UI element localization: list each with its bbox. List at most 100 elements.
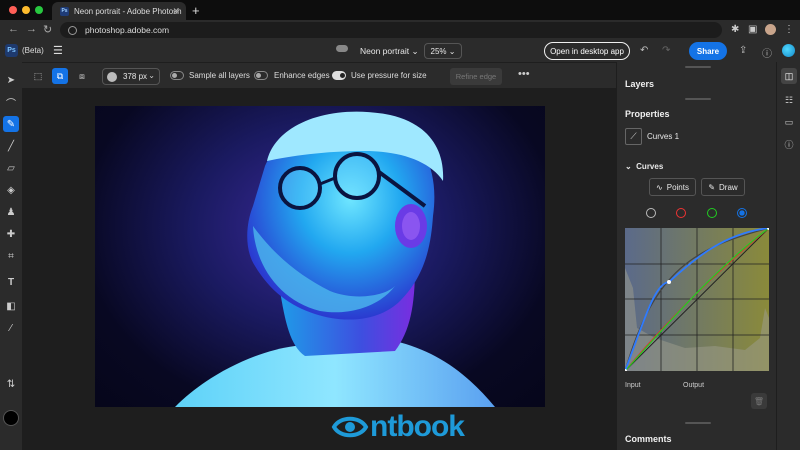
watermark-text: ntbook [370, 410, 465, 443]
info-panel-icon[interactable]: ⓘ [781, 136, 797, 152]
zoom-value: 25% [430, 46, 447, 56]
panel-rail: ◫ ☷ ▭ ⓘ [776, 62, 800, 450]
add-to-selection-icon[interactable]: ⧉ [52, 68, 68, 84]
tool-options-bar: ⬚ ⧉ ⧈ 378 px ⌄ Sample all layers Enhance… [22, 62, 616, 88]
lasso-icon[interactable]: ⌒ [3, 94, 19, 110]
help-icon[interactable]: ⓘ [762, 45, 772, 60]
beta-label: (Beta) [22, 46, 44, 55]
curves-section-header[interactable]: ⌄ Curves [625, 162, 663, 171]
hamburger-menu-icon[interactable]: ☰ [53, 44, 63, 57]
brush-size-value: 378 px [123, 72, 148, 81]
redo-icon[interactable]: ↷ [662, 45, 670, 56]
new-selection-icon[interactable]: ⬚ [30, 68, 46, 84]
pencil-icon: ✎ [708, 182, 716, 192]
user-avatar[interactable] [782, 44, 795, 57]
channel-green-radio[interactable] [707, 208, 717, 218]
layers-panel-icon[interactable]: ◫ [781, 68, 797, 84]
close-tab-icon[interactable]: ✕ [172, 6, 180, 17]
refine-edge-button[interactable]: Refine edge [450, 68, 502, 85]
document-name: Neon portrait [360, 46, 410, 56]
swap-colors-icon[interactable]: ⇅ [3, 376, 19, 392]
canvas-area[interactable] [22, 88, 616, 450]
sample-all-layers-toggle[interactable] [170, 71, 184, 80]
more-options-icon[interactable]: ••• [518, 68, 530, 80]
adjustment-layer-name: Curves 1 [647, 132, 680, 141]
panel-grip[interactable] [685, 66, 711, 68]
shape-icon[interactable]: ◧ [3, 298, 19, 314]
left-toolbar: ➤ ⌒ ✎ ╱ ▱ ◈ ♟ ✚ ⌗ T ◧ ⁄ ⇅ [0, 62, 22, 450]
panel-grip[interactable] [685, 98, 711, 100]
url-text: photoshop.adobe.com [85, 25, 170, 35]
document-name-dropdown[interactable]: Neon portrait ⌄ [360, 46, 419, 57]
cloud-icon [336, 45, 348, 52]
forward-icon[interactable]: → [26, 23, 37, 35]
photoshop-favicon: Ps [60, 6, 69, 16]
channel-rgb-radio[interactable] [646, 208, 656, 218]
neon-portrait-image[interactable] [95, 106, 545, 407]
tab-title: Neon portrait - Adobe Photosh [74, 6, 182, 16]
properties-title: Properties [625, 109, 670, 119]
right-panel: Layers Properties ⟋ Curves 1 ⌄ Curves ∿ P… [616, 62, 776, 450]
profile-avatar[interactable] [765, 24, 776, 35]
chevron-down-icon: ⌄ [448, 46, 456, 56]
curves-adjustment-icon: ⟋ [625, 128, 642, 145]
trash-icon[interactable]: 🗑 [751, 393, 767, 409]
chevron-down-icon: ⌄ [148, 71, 155, 80]
adjustments-panel-icon[interactable]: ☷ [781, 92, 797, 108]
type-icon[interactable]: T [3, 274, 19, 290]
new-tab-button[interactable]: + [192, 3, 200, 18]
curves-graph[interactable] [623, 226, 771, 373]
comments-panel-icon[interactable]: ▭ [781, 114, 797, 130]
back-icon[interactable]: ← [8, 23, 19, 35]
healing-brush-icon[interactable]: ✚ [3, 226, 19, 242]
channel-blue-radio[interactable] [737, 208, 747, 218]
maximize-window-button[interactable] [35, 6, 43, 14]
export-icon[interactable]: ⇪ [739, 45, 747, 56]
watermark-logo: ntbook [330, 410, 475, 444]
reload-icon[interactable]: ↻ [43, 23, 52, 36]
select-icon[interactable]: ➤ [3, 72, 19, 88]
address-bar[interactable]: photoshop.adobe.com [60, 22, 722, 38]
clone-stamp-icon[interactable]: ♟ [3, 204, 19, 220]
eyedropper-icon[interactable]: ⁄ [3, 320, 19, 336]
paint-bucket-icon[interactable]: ◈ [3, 182, 19, 198]
extensions-icon[interactable]: ✱ [731, 24, 739, 35]
brush-size-dropdown[interactable]: 378 px ⌄ [102, 68, 160, 85]
panel-grip[interactable] [685, 422, 711, 424]
undo-icon[interactable]: ↶ [640, 45, 648, 56]
browser-menu-icon[interactable]: ⋮ [784, 24, 794, 35]
minimize-window-button[interactable] [22, 6, 30, 14]
curve-point [667, 280, 671, 284]
use-pressure-label: Use pressure for size [351, 71, 427, 80]
browser-tab[interactable]: Ps Neon portrait - Adobe Photosh ✕ [52, 2, 186, 20]
input-label: Input [625, 382, 641, 389]
enhance-edges-toggle[interactable] [254, 71, 268, 80]
site-info-icon[interactable] [68, 25, 77, 35]
channel-red-radio[interactable] [676, 208, 686, 218]
quick-selection-icon[interactable]: ✎ [3, 116, 19, 132]
draw-label: Draw [719, 182, 738, 192]
enhance-edges-label: Enhance edges [274, 71, 330, 80]
foreground-color-swatch[interactable] [3, 410, 19, 426]
eye-logo-icon [330, 412, 370, 442]
draw-mode-button[interactable]: ✎ Draw [701, 178, 745, 196]
layers-title: Layers [625, 79, 655, 89]
photoshop-logo[interactable]: Ps [5, 44, 18, 57]
browser-toolbar: ← → ↻ photoshop.adobe.com ✱ ▣ ⋮ [0, 20, 800, 40]
share-button[interactable]: Share [689, 42, 727, 60]
zoom-dropdown[interactable]: 25% ⌄ [424, 43, 462, 59]
adjustment-layer-row[interactable]: ⟋ Curves 1 [625, 128, 775, 146]
close-window-button[interactable] [9, 6, 17, 14]
subtract-selection-icon[interactable]: ⧈ [74, 68, 90, 84]
browser-tab-bar: Ps Neon portrait - Adobe Photosh ✕ + [0, 0, 800, 20]
points-curve-icon: ∿ [656, 182, 663, 192]
side-panel-icon[interactable]: ▣ [748, 24, 757, 35]
brush-icon[interactable]: ╱ [3, 138, 19, 154]
crop-icon[interactable]: ⌗ [3, 248, 19, 264]
use-pressure-toggle[interactable] [332, 71, 346, 80]
eraser-icon[interactable]: ▱ [3, 160, 19, 176]
chevron-down-icon: ⌄ [411, 46, 419, 56]
open-in-desktop-button[interactable]: Open in desktop app [544, 42, 630, 60]
curves-section-title: Curves [636, 162, 664, 171]
points-mode-button[interactable]: ∿ Points [649, 178, 696, 196]
